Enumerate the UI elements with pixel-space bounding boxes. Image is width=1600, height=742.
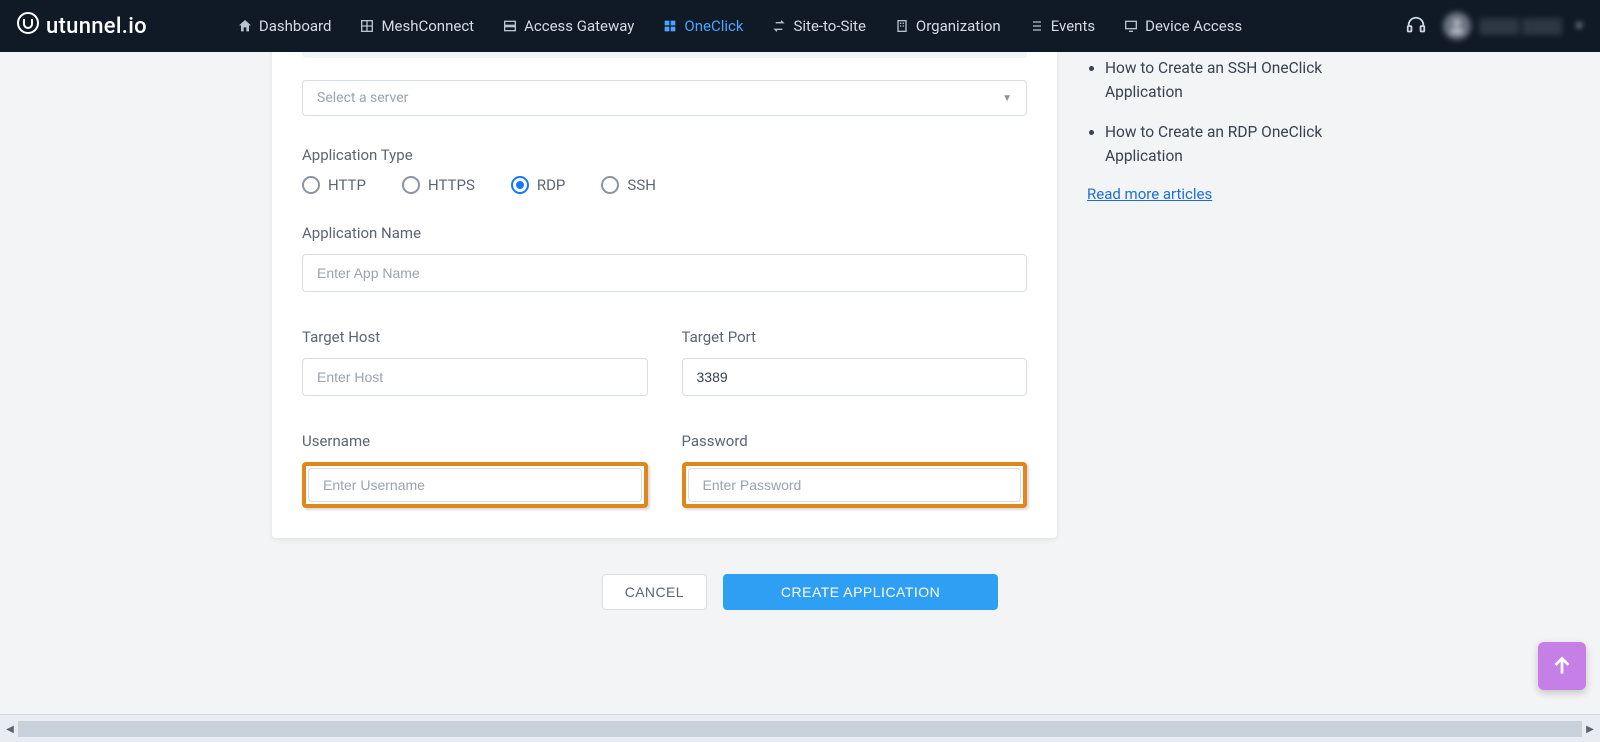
target-port-label: Target Port — [682, 328, 1028, 346]
cancel-button[interactable]: CANCEL — [602, 574, 707, 610]
radio-https[interactable]: HTTPS — [402, 176, 475, 194]
topbar-right: ████ ████ ▼ — [1405, 12, 1584, 40]
article-link[interactable]: How to Create an SSH OneClick Applicatio… — [1105, 56, 1327, 104]
nav-oneclick[interactable]: OneClick — [662, 17, 743, 35]
page: you want to add here. Select a server ▼ … — [2, 52, 1598, 714]
user-menu[interactable]: ████ ████ ▼ — [1443, 12, 1584, 40]
password-label: Password — [682, 432, 1028, 450]
radio-dot — [402, 176, 420, 194]
read-more-link[interactable]: Read more articles — [1087, 185, 1212, 203]
nav-site-to-site-label: Site-to-Site — [793, 17, 865, 35]
brand-logo[interactable]: utunnel.io — [16, 11, 147, 41]
radio-http[interactable]: HTTP — [302, 176, 366, 194]
mesh-icon — [359, 18, 375, 34]
scrollbar-track[interactable] — [18, 721, 1582, 737]
radio-rdp[interactable]: RDP — [511, 176, 566, 194]
article-link[interactable]: How to Create an RDP OneClick Applicatio… — [1105, 120, 1327, 168]
list-icon — [1029, 18, 1045, 34]
nav-organization-label: Organization — [916, 17, 1001, 35]
brand-text: utunnel.io — [46, 14, 147, 39]
scroll-top-button[interactable] — [1538, 642, 1586, 690]
radio-dot — [302, 176, 320, 194]
nav-dashboard[interactable]: Dashboard — [237, 17, 332, 35]
nav-dashboard-label: Dashboard — [259, 17, 332, 35]
caret-down-icon: ▼ — [1574, 21, 1584, 32]
support-icon[interactable] — [1405, 15, 1427, 37]
server-select-placeholder: Select a server — [317, 90, 408, 106]
nav-access-gateway-label: Access Gateway — [524, 17, 634, 35]
create-app-card: you want to add here. Select a server ▼ … — [272, 52, 1057, 538]
horizontal-scrollbar[interactable]: ◀ ▶ — [0, 714, 1600, 742]
radio-ssh[interactable]: SSH — [601, 176, 656, 194]
nav-events-label: Events — [1051, 17, 1095, 35]
radio-https-label: HTTPS — [428, 176, 475, 194]
radio-http-label: HTTP — [328, 176, 366, 194]
help-sidebar: How to Create an SSH OneClick Applicatio… — [1087, 52, 1327, 538]
radio-ssh-label: SSH — [627, 176, 656, 194]
app-name-input[interactable] — [302, 254, 1027, 292]
home-icon — [237, 18, 253, 34]
username-label: Username — [302, 432, 648, 450]
nav-device-access[interactable]: Device Access — [1123, 17, 1242, 35]
username-highlight — [302, 462, 648, 508]
scroll-right-icon[interactable]: ▶ — [1582, 721, 1598, 737]
nav-oneclick-label: OneClick — [684, 17, 743, 35]
server-icon — [502, 18, 518, 34]
chevron-down-icon: ▼ — [1002, 93, 1012, 104]
nav: Dashboard MeshConnect Access Gateway One… — [237, 17, 1405, 35]
nav-site-to-site[interactable]: Site-to-Site — [771, 17, 865, 35]
radio-rdp-label: RDP — [537, 176, 566, 194]
target-port-input[interactable] — [682, 358, 1028, 396]
nav-access-gateway[interactable]: Access Gateway — [502, 17, 634, 35]
app-type-radios: HTTP HTTPS RDP SSH — [302, 176, 1027, 194]
user-name: ████ ████ — [1479, 18, 1562, 35]
building-icon — [894, 18, 910, 34]
content: you want to add here. Select a server ▼ … — [2, 52, 1598, 538]
password-highlight — [682, 462, 1028, 508]
nav-meshconnect[interactable]: MeshConnect — [359, 17, 474, 35]
nav-meshconnect-label: MeshConnect — [381, 17, 474, 35]
swap-icon — [771, 18, 787, 34]
info-box: you want to add here. — [302, 52, 1027, 58]
avatar-icon — [1443, 12, 1471, 40]
server-select[interactable]: Select a server ▼ — [302, 80, 1027, 116]
radio-dot — [601, 176, 619, 194]
topbar: utunnel.io Dashboard MeshConnect Access … — [0, 0, 1600, 52]
app-type-label: Application Type — [302, 146, 1027, 164]
monitor-icon — [1123, 18, 1139, 34]
radio-dot — [511, 176, 529, 194]
brand-icon — [16, 11, 40, 41]
password-input[interactable] — [688, 468, 1022, 502]
scroll-left-icon[interactable]: ◀ — [2, 721, 18, 737]
nav-device-access-label: Device Access — [1145, 17, 1242, 35]
username-input[interactable] — [308, 468, 642, 502]
grid-icon — [662, 18, 678, 34]
form-actions: CANCEL CREATE APPLICATION — [2, 574, 1598, 610]
nav-organization[interactable]: Organization — [894, 17, 1001, 35]
target-host-input[interactable] — [302, 358, 648, 396]
app-name-label: Application Name — [302, 224, 1027, 242]
target-host-label: Target Host — [302, 328, 648, 346]
create-application-button[interactable]: CREATE APPLICATION — [723, 574, 998, 610]
nav-events[interactable]: Events — [1029, 17, 1095, 35]
